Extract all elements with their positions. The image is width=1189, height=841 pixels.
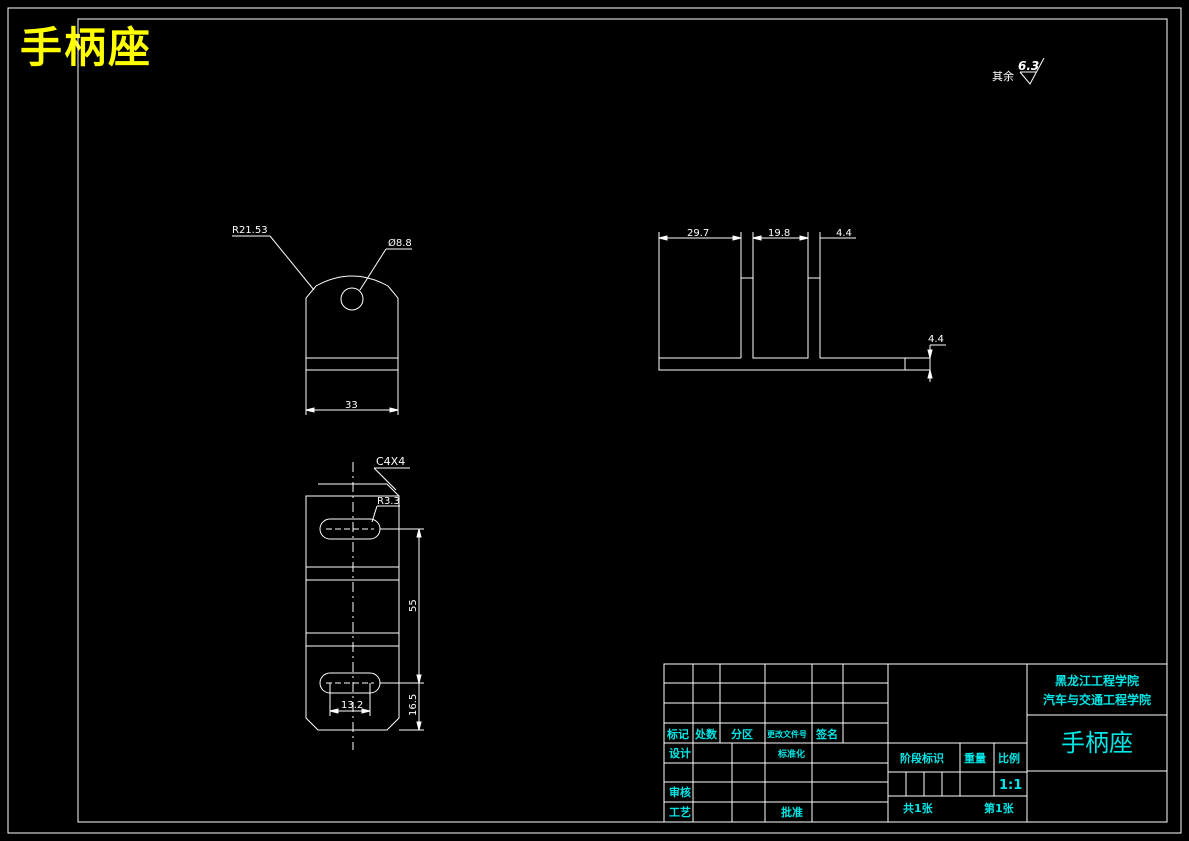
scale-header: 比例 — [998, 751, 1020, 765]
front-view — [232, 235, 412, 415]
col-zone: 分区 — [731, 727, 753, 741]
weight-label: 重量 — [964, 751, 986, 765]
side-dim-b: 19.8 — [768, 228, 790, 239]
chamfer-label: C4X4 — [376, 455, 405, 468]
slot-length-label: 13.2 — [341, 700, 363, 711]
inner-border — [77, 18, 1168, 823]
row-approve: 批准 — [781, 805, 803, 819]
slot-radius-label: R3.3 — [377, 496, 400, 507]
surface-finish-symbol: 其余 6.3 — [992, 57, 1045, 85]
stage-label: 阶段标识 — [900, 751, 944, 765]
side-dim-a: 29.7 — [687, 228, 709, 239]
bottom-view — [305, 462, 424, 750]
department-name: 汽车与交通工程学院 — [1043, 692, 1151, 707]
width-dimension-label: 33 — [345, 400, 358, 411]
row-process: 工艺 — [669, 805, 691, 819]
col-change-doc: 更改文件号 — [767, 729, 807, 739]
sheet-number: 第1张 — [984, 801, 1015, 815]
col-sign: 签名 — [815, 727, 838, 741]
outer-border — [7, 7, 1182, 834]
surface-finish-prefix: 其余 — [992, 69, 1014, 83]
surface-finish-value: 6.3 — [1018, 59, 1039, 73]
school-name: 黑龙江工程学院 — [1055, 673, 1139, 688]
edge-distance-label: 16.5 — [408, 694, 419, 716]
side-view — [658, 232, 946, 382]
row-design: 设计 — [669, 746, 691, 760]
drawing-sheet: 其余 6.3 R21.53 Ø8.8 33 29.7 19.8 4.4 4.4 … — [7, 7, 1182, 834]
title-block-text: 黑龙江工程学院 汽车与交通工程学院 手柄座 标记 处数 分区 更改文件号 签名 … — [666, 673, 1151, 819]
scale-value: 1:1 — [999, 778, 1022, 793]
row-review: 审核 — [669, 785, 691, 799]
col-mark: 标记 — [666, 727, 689, 741]
side-dim-c: 4.4 — [836, 228, 852, 239]
row-standard: 标准化 — [777, 748, 805, 760]
side-thickness-label: 4.4 — [928, 334, 944, 345]
radius-label: R21.53 — [232, 225, 268, 236]
total-sheets: 共1张 — [903, 801, 934, 815]
hole-spacing-label: 55 — [408, 599, 419, 612]
col-count: 处数 — [694, 727, 718, 741]
part-name: 手柄座 — [1061, 729, 1133, 757]
hole-diameter-label: Ø8.8 — [388, 237, 412, 249]
